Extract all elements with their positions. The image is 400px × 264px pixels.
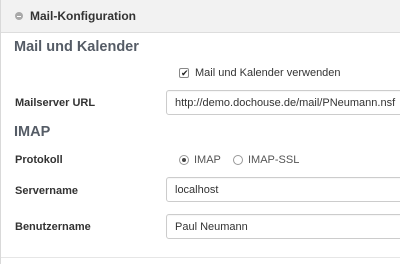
mailserver-url-label: Mailserver URL [15,97,96,109]
mail-calendar-checkbox[interactable]: ✔ [179,68,189,78]
protocol-radio-imap-label[interactable]: IMAP [194,154,221,166]
checkmark-icon: ✔ [181,68,189,78]
section-title-mail: Mail und Kalender [14,39,139,55]
servername-input[interactable] [166,177,400,202]
mail-configuration-panel: Mail-Konfiguration Mail und Kalender ✔ M… [0,0,400,264]
panel-title: Mail-Konfiguration [30,9,136,23]
bottom-divider [1,257,400,258]
section-title-imap: IMAP [14,124,51,140]
mailserver-url-input[interactable] [166,90,400,115]
protocol-radio-imap[interactable] [179,155,189,165]
mail-calendar-checkbox-label[interactable]: Mail und Kalender verwenden [195,67,341,79]
protocol-radio-imap-ssl[interactable] [233,155,243,165]
protocol-radio-imap-ssl-label[interactable]: IMAP-SSL [248,154,299,166]
username-label: Benutzername [15,221,91,233]
panel-header[interactable]: Mail-Konfiguration [1,0,400,33]
protocol-label: Protokoll [15,154,63,166]
minus-circle-icon[interactable] [15,12,23,20]
servername-label: Servername [15,185,78,197]
username-input[interactable] [166,214,400,239]
